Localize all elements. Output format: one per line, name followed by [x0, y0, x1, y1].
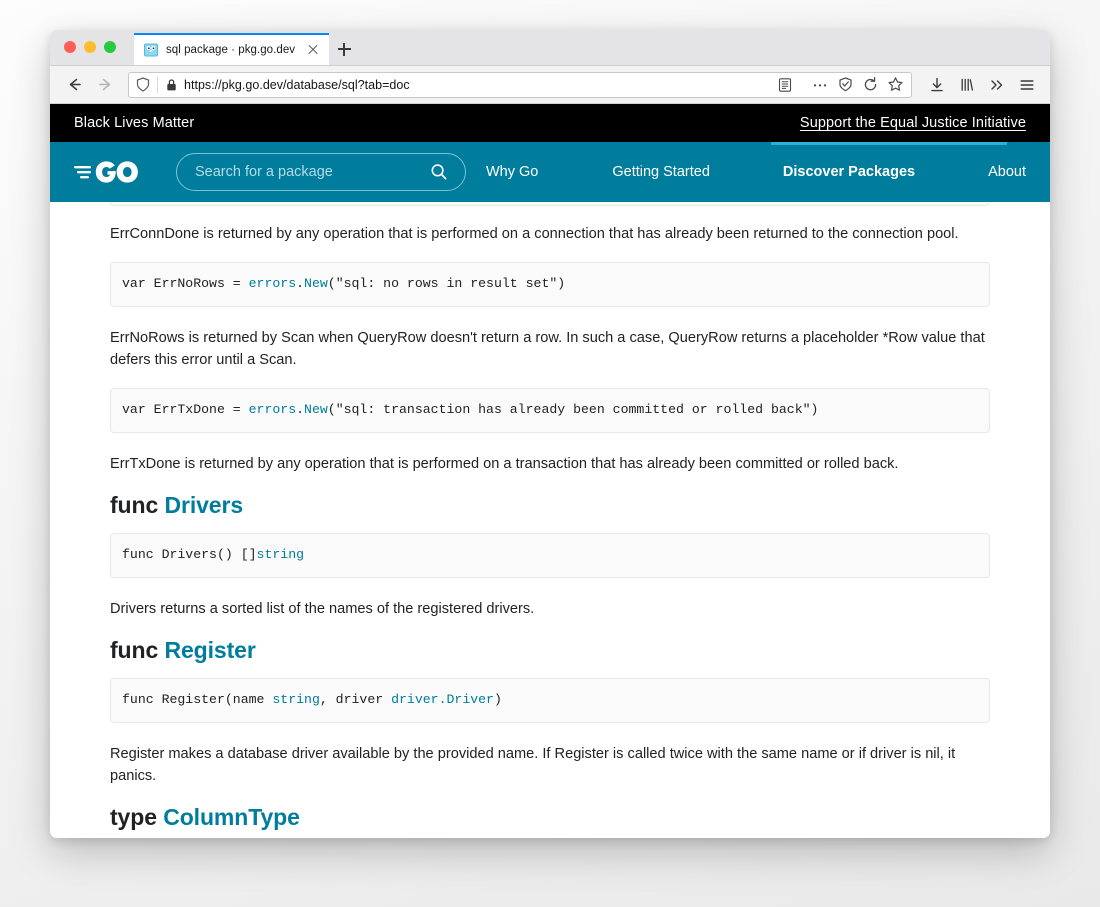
code-block-errtxdone: var ErrTxDone = errors.New("sql: transac… [110, 388, 990, 433]
code-prefix: var ErrTxDone = [122, 402, 249, 418]
signature-mid: , driver [319, 692, 392, 708]
signature-post: ) [493, 692, 502, 708]
package-search-box[interactable] [176, 153, 466, 191]
code-package: errors [248, 276, 297, 292]
go-gopher-favicon-icon [143, 42, 159, 58]
paragraph-errtxdone: ErrTxDone is returned by any operation t… [110, 455, 899, 472]
browser-toolbar-right [923, 71, 1041, 99]
code-prefix: var ErrNoRows = [122, 276, 249, 292]
tab-title: sql package · pkg.go.dev [166, 44, 296, 56]
partial-code-block-above [110, 202, 990, 206]
url-text[interactable]: https://pkg.go.dev/database/sql?tab=doc [184, 78, 773, 92]
paragraph-drivers-description: Drivers returns a sorted list of the nam… [110, 600, 535, 617]
code-package: errors [248, 402, 297, 418]
heading-keyword: func [110, 492, 159, 519]
bookmark-star-icon[interactable] [883, 73, 907, 97]
heading-func-drivers: func Drivers [110, 492, 990, 519]
signature-type: string [272, 692, 320, 708]
code-dot: . [296, 276, 305, 292]
heading-type-columntype: type ColumnType [110, 804, 990, 831]
reload-icon[interactable] [858, 73, 882, 97]
browser-navbar: https://pkg.go.dev/database/sql?tab=doc [50, 66, 1050, 104]
code-block-register-signature: func Register(name string, driver driver… [110, 678, 990, 723]
downloads-icon[interactable] [923, 71, 951, 99]
heading-name-link[interactable]: Register [164, 637, 255, 663]
nav-item-discover-packages[interactable]: Discover Packages [783, 164, 915, 180]
reader-view-icon[interactable] [773, 73, 797, 97]
heading-func-register: func Register [110, 637, 990, 664]
signature-type: string [256, 547, 305, 563]
overflow-chevrons-icon[interactable] [983, 71, 1011, 99]
go-site-header: Why Go Getting Started Discover Packages… [50, 142, 1050, 202]
code-suffix: ("sql: transaction has already been comm… [327, 402, 819, 418]
browser-tab[interactable]: sql package · pkg.go.dev [134, 33, 329, 65]
signature-pre: func Drivers() [] [122, 547, 257, 563]
nav-item-about[interactable]: About [988, 164, 1026, 180]
search-input[interactable] [195, 164, 427, 180]
paragraph-errconndone: ErrConnDone is returned by any operation… [110, 226, 959, 242]
signature-type-driver: driver.Driver [391, 692, 494, 708]
close-window-button[interactable] [64, 41, 76, 53]
code-block-errnorows: var ErrNoRows = errors.New("sql: no rows… [110, 262, 990, 307]
browser-tabstrip: sql package · pkg.go.dev [50, 30, 1050, 66]
code-suffix: ("sql: no rows in result set") [327, 276, 566, 292]
heading-name-link[interactable]: ColumnType [163, 804, 300, 830]
paragraph-register-description: Register makes a database driver availab… [110, 745, 956, 784]
library-icon[interactable] [953, 71, 981, 99]
maximize-window-button[interactable] [104, 41, 116, 53]
code-function: New [304, 402, 328, 418]
code-function: New [304, 276, 328, 292]
go-logo[interactable] [74, 157, 146, 187]
heading-keyword: func [110, 637, 159, 664]
browser-window: sql package · pkg.go.dev https://pkg.go.… [50, 30, 1050, 838]
code-block-drivers-signature: func Drivers() []string [110, 533, 990, 578]
nav-item-getting-started[interactable]: Getting Started [612, 164, 710, 180]
url-bar[interactable]: https://pkg.go.dev/database/sql?tab=doc [128, 71, 912, 98]
window-controls [50, 30, 128, 65]
banner-text: Black Lives Matter [74, 115, 195, 131]
forward-button[interactable] [91, 71, 119, 99]
tracking-protection-icon[interactable] [833, 73, 857, 97]
documentation-content: ErrConnDone is returned by any operation… [50, 202, 1050, 838]
page-viewport: Black Lives Matter Support the Equal Jus… [50, 104, 1050, 838]
code-dot: . [296, 402, 305, 418]
black-lives-matter-banner: Black Lives Matter Support the Equal Jus… [50, 104, 1050, 145]
nav-item-why-go[interactable]: Why Go [486, 164, 538, 180]
hamburger-menu-icon[interactable] [1013, 71, 1041, 99]
heading-keyword: type [110, 804, 157, 831]
close-tab-icon[interactable] [305, 42, 321, 58]
go-primary-nav: Why Go Getting Started Discover Packages… [466, 164, 1050, 180]
urlbar-actions [773, 73, 909, 97]
minimize-window-button[interactable] [84, 41, 96, 53]
search-icon[interactable] [427, 160, 451, 184]
shield-icon[interactable] [129, 73, 157, 97]
new-tab-button[interactable] [329, 33, 359, 65]
signature-pre: func Register(name [122, 692, 273, 708]
lock-icon[interactable] [158, 73, 184, 97]
back-button[interactable] [60, 71, 88, 99]
paragraph-errnorows: ErrNoRows is returned by Scan when Query… [110, 329, 985, 369]
heading-name-link[interactable]: Drivers [164, 492, 243, 518]
equal-justice-initiative-link[interactable]: Support the Equal Justice Initiative [800, 115, 1026, 131]
banner-accent-bar [771, 142, 1007, 145]
ellipsis-icon[interactable] [808, 73, 832, 97]
